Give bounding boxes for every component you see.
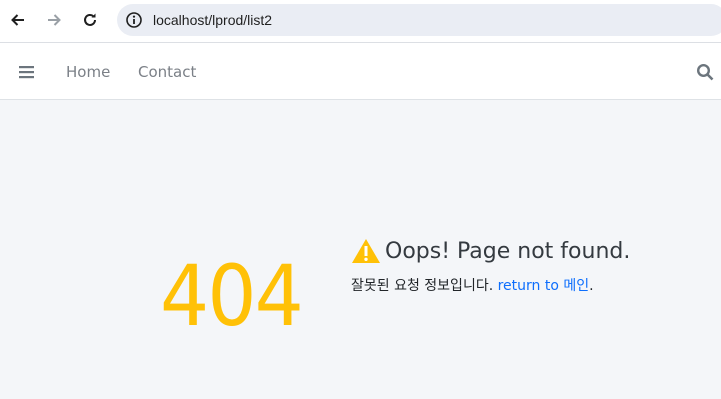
error-content: Oops! Page not found. 잘못된 요청 정보입니다. retu… (351, 237, 711, 295)
return-to-main-link[interactable]: return to 메인 (498, 278, 590, 294)
hamburger-icon[interactable] (18, 64, 36, 80)
error-code: 404 (160, 247, 304, 345)
main-navbar: Home Contact (0, 43, 721, 100)
url-text: localhost/lprod/list2 (153, 12, 273, 28)
address-bar[interactable]: localhost/lprod/list2 (117, 4, 721, 36)
forward-button[interactable] (42, 8, 66, 32)
info-icon[interactable] (126, 12, 142, 28)
arrow-right-icon (46, 12, 62, 28)
search-icon[interactable] (696, 63, 714, 81)
error-title: Oops! Page not found. (385, 238, 631, 264)
error-message-suffix: . (589, 278, 594, 294)
reload-icon (82, 12, 98, 28)
arrow-left-icon (10, 12, 26, 28)
error-message-text: 잘못된 요청 정보입니다. (351, 278, 494, 294)
nav-link-contact[interactable]: Contact (138, 63, 196, 81)
back-button[interactable] (6, 8, 30, 32)
error-message: 잘못된 요청 정보입니다. return to 메인. (351, 275, 711, 295)
error-title-row: Oops! Page not found. (351, 237, 711, 265)
nav-link-home[interactable]: Home (66, 63, 110, 81)
warning-icon (351, 238, 381, 264)
reload-button[interactable] (78, 8, 102, 32)
browser-toolbar: localhost/lprod/list2 (0, 0, 721, 43)
